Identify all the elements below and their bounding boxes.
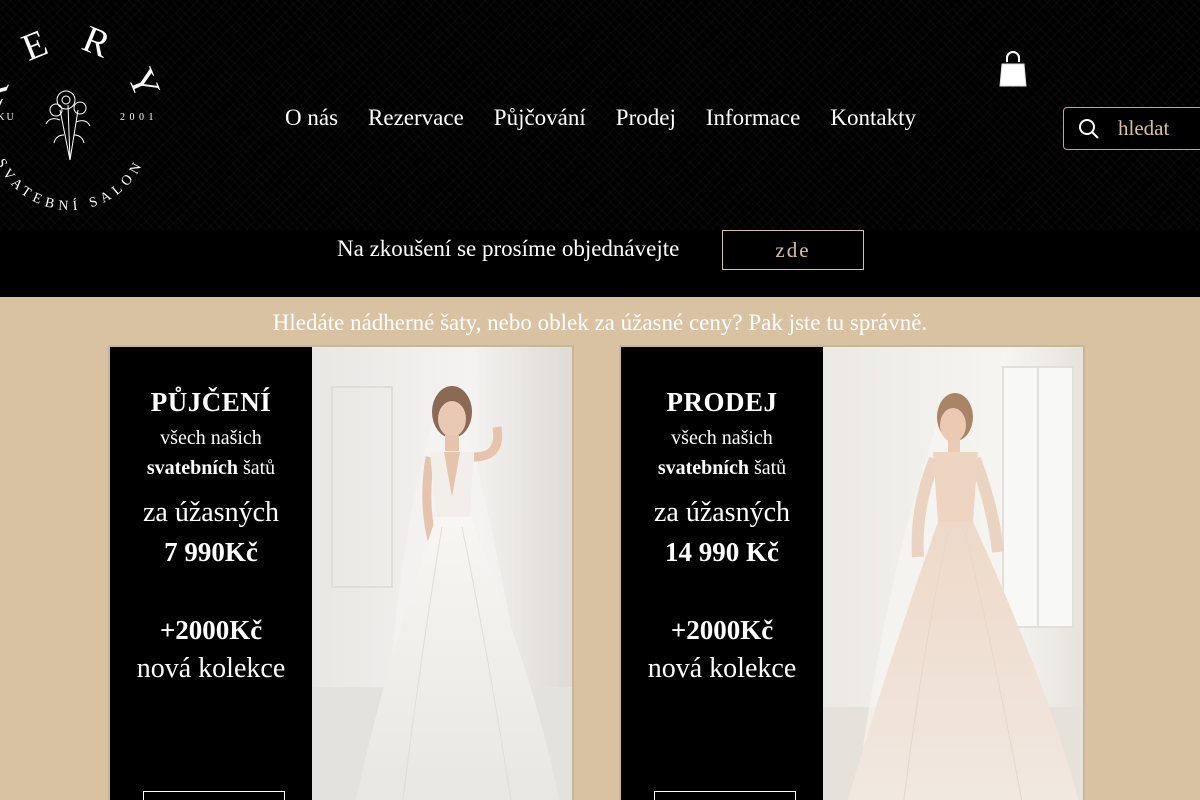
wedding-dress-photo	[823, 347, 1083, 800]
card-subtitle-2: svatebních šatů	[146, 457, 276, 479]
rental-card[interactable]: PŮJČENÍ všech našich svatebních šatů za …	[108, 345, 574, 800]
nav-item-prodej[interactable]: Prodej	[616, 105, 676, 131]
sale-card[interactable]: PRODEJ všech našich svatebních šatů za ú…	[619, 345, 1085, 800]
card-subtitle-2: svatebních šatů	[657, 457, 787, 479]
flower-icon	[45, 90, 91, 161]
logo-year: 2 0 0 1	[120, 112, 155, 123]
sale-card-info: PRODEJ všech našich svatebních šatů za ú…	[621, 347, 823, 800]
card-amazing-text: za úžasných	[653, 497, 791, 528]
salon-logo[interactable]: K E R Y OKU 2 0 0 1 SVATEBNÍ SALON	[0, 10, 180, 230]
logo-emblem: K E R Y OKU 2 0 0 1 SVATEBNÍ SALON	[0, 17, 172, 214]
nav-item-pujcovani[interactable]: Půjčování	[494, 105, 586, 131]
tagline: Hledáte nádherné šaty, nebo oblek za úža…	[272, 310, 928, 335]
card-collection: nová kolekce	[647, 653, 797, 684]
rental-more-button[interactable]	[143, 791, 285, 800]
logo-bottom-text: SVATEBNÍ SALON	[0, 156, 147, 214]
card-extra-price: +2000Kč	[159, 615, 263, 645]
card-extra-price: +2000Kč	[670, 615, 774, 645]
nav-item-o-nas[interactable]: O nás	[285, 105, 338, 131]
nav-item-rezervace[interactable]: Rezervace	[368, 105, 464, 131]
booking-here-button[interactable]: zde	[722, 230, 864, 270]
card-heading: PRODEJ	[666, 387, 778, 417]
search-box[interactable]	[1063, 107, 1200, 150]
rental-card-info: PŮJČENÍ všech našich svatebních šatů za …	[110, 347, 312, 800]
logo-left-text: OKU	[0, 112, 16, 123]
card-subtitle: všech našich	[160, 427, 262, 449]
card-price: 7 990Kč	[164, 537, 258, 567]
logo-letters: K E R Y	[0, 17, 172, 113]
search-icon[interactable]	[1078, 118, 1100, 140]
card-amazing-text: za úžasných	[142, 497, 280, 528]
card-price: 14 990 Kč	[665, 537, 779, 567]
card-heading: PŮJČENÍ	[150, 387, 272, 417]
cart-button[interactable]	[998, 50, 1028, 88]
search-input[interactable]	[1118, 116, 1200, 141]
main-navigation: O nás Rezervace Půjčování Prodej Informa…	[285, 105, 946, 131]
site-header: K E R Y OKU 2 0 0 1 SVATEBNÍ SALON	[0, 0, 1200, 297]
nav-item-kontakty[interactable]: Kontakty	[830, 105, 916, 131]
wedding-dress-photo	[312, 347, 572, 800]
shopping-bag-icon	[999, 51, 1027, 87]
nav-item-informace[interactable]: Informace	[706, 105, 801, 131]
booking-text: Na zkoušení se prosíme objednávejte	[337, 236, 680, 261]
sale-more-button[interactable]	[654, 791, 796, 800]
card-collection: nová kolekce	[136, 653, 286, 684]
card-subtitle: všech našich	[671, 427, 773, 449]
